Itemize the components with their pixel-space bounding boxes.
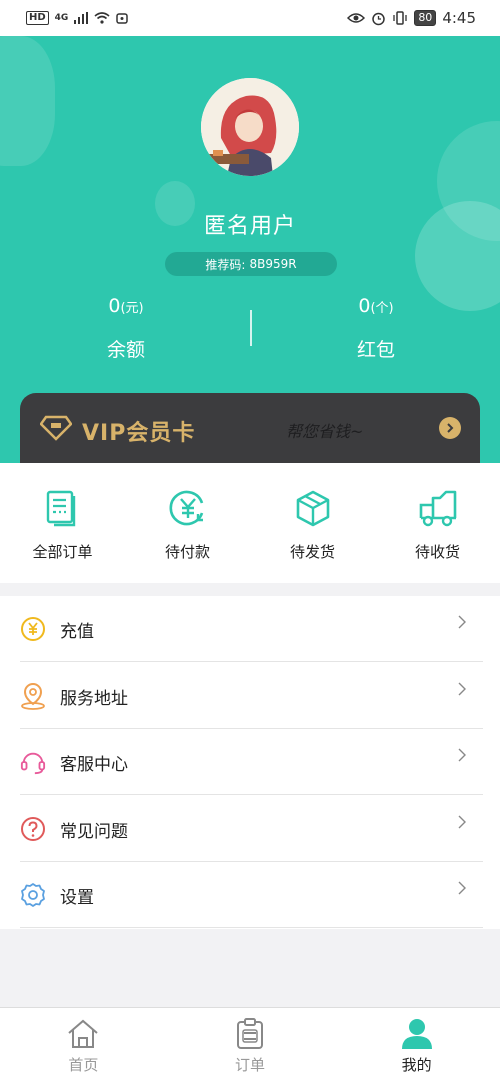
referral-label: 推荐码: <box>205 257 246 272</box>
delivery-truck-icon <box>419 490 456 527</box>
avatar[interactable] <box>201 78 299 176</box>
balance-stat[interactable]: 0(元) 余额 <box>66 295 186 362</box>
signal-icon <box>74 12 89 24</box>
order-pending-shipment-label: 待发货 <box>289 543 335 561</box>
eye-icon <box>347 13 366 23</box>
order-pending-receipt-label: 待收货 <box>414 543 460 561</box>
decor-bubble <box>0 36 55 166</box>
vip-slogan: 帮您省钱~ <box>286 422 364 441</box>
tab-orders-label: 订单 <box>235 1056 266 1074</box>
profile-header: 匿名用户 推荐码: 8B959R 0(元) 余额 0(个) 红包 VIP会员卡 … <box>0 36 500 463</box>
headset-icon <box>20 749 46 775</box>
menu-customer-service[interactable]: 客服中心 <box>0 729 500 795</box>
package-box-icon <box>296 490 329 527</box>
order-pending-payment-label: 待付款 <box>164 543 210 561</box>
user-icon <box>401 1019 432 1049</box>
redpacket-unit: (个) <box>370 301 394 316</box>
menu-faq-label: 常见问题 <box>60 821 128 842</box>
tab-mine[interactable]: 我的 <box>333 1008 500 1085</box>
settings-menu: 充值 服务地址 客服中心 常见问题 设置 <box>0 596 500 929</box>
diamond-icon <box>40 415 72 441</box>
order-pending-payment[interactable]: 待付款 <box>125 463 250 583</box>
divider <box>20 927 483 928</box>
recharge-coin-icon <box>20 616 46 642</box>
menu-settings-label: 设置 <box>60 887 94 908</box>
menu-faq[interactable]: 常见问题 <box>0 796 500 862</box>
balance-label: 余额 <box>106 339 145 361</box>
menu-customer-service-label: 客服中心 <box>60 754 128 775</box>
tab-home-label: 首页 <box>68 1056 99 1074</box>
chevron-right-icon <box>458 814 466 833</box>
bottom-tab-bar: 首页 订单 我的 <box>0 1007 500 1085</box>
referral-code: 8B959R <box>249 257 297 271</box>
username: 匿名用户 <box>203 214 296 239</box>
hd-badge: HD <box>26 11 49 25</box>
battery-icon: 80 <box>414 10 437 26</box>
question-icon <box>20 816 46 842</box>
menu-recharge-label: 充值 <box>60 621 94 642</box>
gear-icon <box>20 882 46 908</box>
divider <box>20 661 483 662</box>
stat-divider <box>250 310 252 346</box>
status-bar: HD 4G 80 4:45 <box>0 0 500 36</box>
menu-settings[interactable]: 设置 <box>0 862 500 928</box>
chevron-right-icon <box>447 423 454 433</box>
redpacket-stat[interactable]: 0(个) 红包 <box>316 295 436 362</box>
order-pending-receipt[interactable]: 待收货 <box>375 463 500 583</box>
vibrate-icon <box>393 11 407 25</box>
divider <box>20 794 483 795</box>
chevron-right-icon <box>458 880 466 899</box>
order-shortcuts: 全部订单 待付款 待发货 待收货 <box>0 463 500 583</box>
orders-list-icon <box>46 490 75 527</box>
chevron-right-icon <box>458 747 466 766</box>
wifi-icon <box>94 12 110 24</box>
network-type: 4G <box>54 13 69 23</box>
order-clipboard-icon <box>237 1018 263 1049</box>
order-pending-shipment[interactable]: 待发货 <box>250 463 375 583</box>
chevron-right-icon <box>458 614 466 633</box>
clock: 4:45 <box>442 9 476 27</box>
notification-icon <box>116 13 129 24</box>
location-pin-icon <box>20 682 46 710</box>
chevron-right-icon <box>458 681 466 700</box>
menu-service-address-label: 服务地址 <box>60 688 128 709</box>
balance-value: 0 <box>108 295 121 317</box>
balance-unit: (元) <box>120 301 144 316</box>
redpacket-value: 0 <box>358 295 371 317</box>
order-all-label: 全部订单 <box>32 543 93 561</box>
yuan-pay-icon <box>169 490 203 526</box>
vip-arrow-button[interactable] <box>439 417 461 439</box>
vip-title: VIP会员卡 <box>82 421 196 446</box>
tab-home[interactable]: 首页 <box>0 1008 167 1085</box>
redpacket-label: 红包 <box>356 339 395 361</box>
menu-recharge[interactable]: 充值 <box>0 596 500 662</box>
home-icon <box>68 1019 98 1048</box>
menu-service-address[interactable]: 服务地址 <box>0 663 500 729</box>
tab-mine-label: 我的 <box>401 1056 432 1074</box>
avatar-illustration <box>201 78 299 176</box>
alarm-icon <box>372 12 386 25</box>
vip-card[interactable]: VIP会员卡 帮您省钱~ <box>20 393 480 463</box>
referral-code-pill[interactable]: 推荐码: 8B959R <box>165 252 337 276</box>
order-all[interactable]: 全部订单 <box>0 463 125 583</box>
tab-orders[interactable]: 订单 <box>167 1008 334 1085</box>
